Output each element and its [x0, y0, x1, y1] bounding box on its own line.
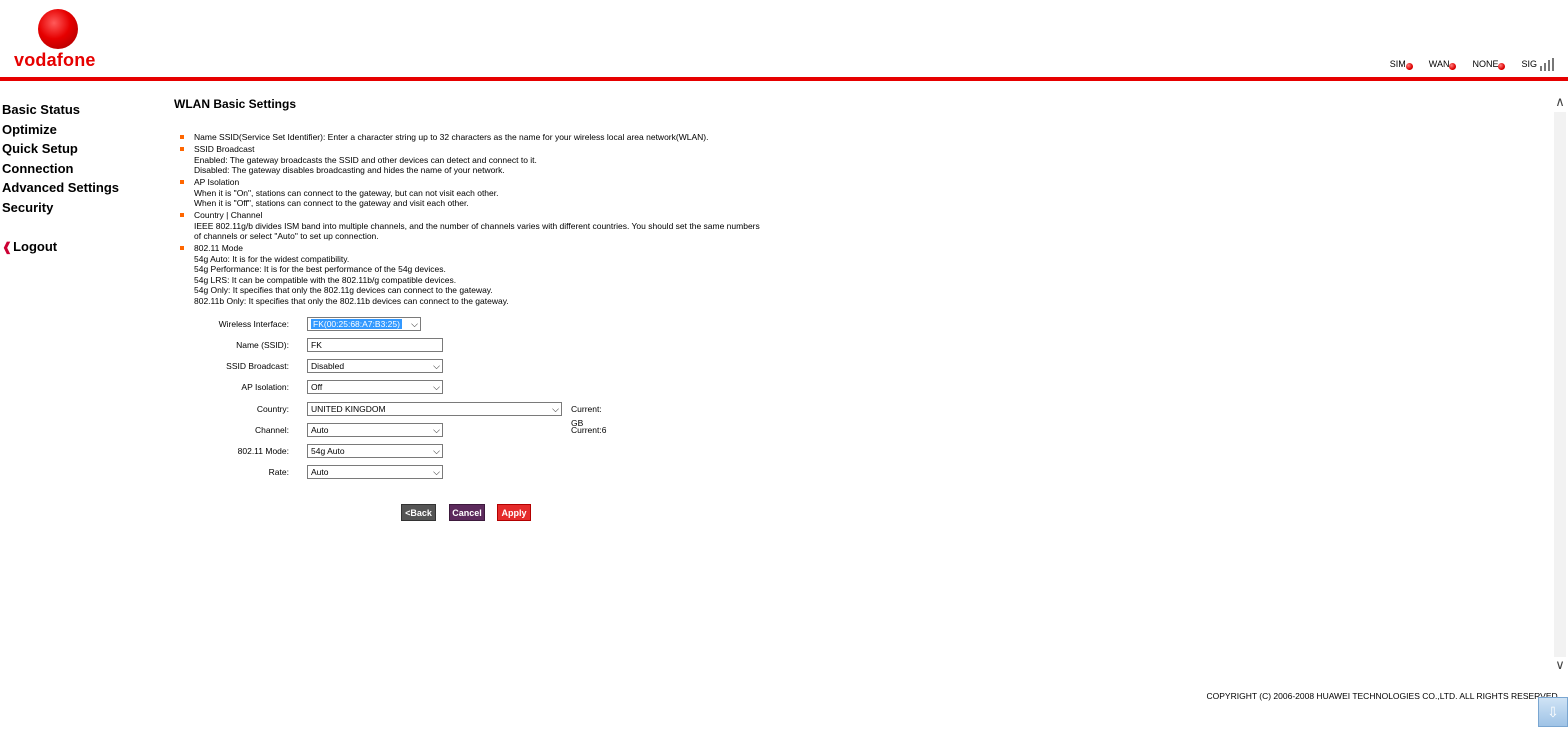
help-item: Country | Channel IEEE 802.11g/b divides … [180, 210, 760, 242]
mode-label: 802.11 Mode: [237, 446, 289, 456]
help-line: IEEE 802.11g/b divides ISM band into mul… [194, 220, 760, 242]
mode-value: 54g Auto [311, 446, 345, 456]
help-item: SSID Broadcast Enabled: The gateway broad… [180, 144, 760, 176]
ap-isolation-value: Off [311, 382, 323, 392]
bullet-icon [180, 135, 184, 139]
help-item: Name SSID(Service Set Identifier): Enter… [180, 132, 760, 143]
help-item: 802.11 Mode 54g Auto: It is for the wides… [180, 243, 760, 306]
sim-label: SIM [1389, 59, 1406, 69]
help-line: Name SSID(Service Set Identifier): Enter… [194, 132, 709, 142]
sidebar-item-security[interactable]: Security [2, 198, 152, 218]
channel-value: Auto [311, 425, 329, 435]
cancel-button[interactable]: Cancel [449, 504, 485, 521]
chevron-down-icon: ⌵ [433, 361, 440, 371]
bullet-icon [180, 180, 184, 184]
vertical-scrollbar[interactable]: ∧ ∨ [1552, 94, 1568, 676]
rate-value: Auto [311, 467, 329, 477]
help-line: Enabled: The gateway broadcasts the SSID… [194, 154, 537, 165]
network-status-dot-icon [1498, 62, 1506, 70]
help-line: 802.11b Only: It specifies that only the… [194, 295, 509, 306]
current-channel: Current:6 [571, 425, 607, 435]
network-indicator: NONE [1472, 59, 1506, 70]
bullet-icon [180, 147, 184, 151]
header: vodafone SIM WAN NONE SIG [0, 0, 1568, 82]
help-list: Name SSID(Service Set Identifier): Enter… [180, 132, 760, 308]
sidebar-item-optimize[interactable]: Optimize [2, 120, 152, 140]
chevron-down-icon: ⌵ [411, 319, 418, 329]
ssid-value: FK [311, 340, 322, 350]
ssid-label: Name (SSID): [236, 340, 289, 350]
sim-status-dot-icon [1405, 62, 1413, 70]
help-line: 54g Performance: It is for the best perf… [194, 264, 446, 274]
wan-indicator: WAN [1429, 59, 1457, 70]
ap-isolation-label: AP Isolation: [241, 382, 289, 392]
help-line: Country | Channel [194, 210, 263, 220]
sim-indicator: SIM [1390, 59, 1413, 70]
chevron-down-icon: ⌵ [433, 382, 440, 392]
help-line: When it is "On", stations can connect to… [194, 187, 499, 198]
help-line: 802.11 Mode [194, 243, 243, 253]
logout-arrow-icon: ❰ [2, 239, 13, 254]
rate-label: Rate: [268, 467, 289, 477]
logout-link[interactable]: ❰ Logout [2, 239, 57, 254]
status-bar: SIM WAN NONE SIG [1374, 56, 1554, 72]
wan-status-dot-icon [1449, 62, 1457, 70]
bullet-icon [180, 213, 184, 217]
wireless-interface-label: Wireless Interface: [218, 319, 289, 329]
ssid-broadcast-value: Disabled [311, 361, 345, 371]
network-label: NONE [1472, 59, 1499, 69]
scroll-down-icon[interactable]: ∨ [1552, 657, 1568, 673]
ssid-broadcast-label: SSID Broadcast: [226, 361, 289, 371]
wan-label: WAN [1428, 59, 1450, 69]
signal-label: SIG [1521, 59, 1537, 69]
ssid-broadcast-select[interactable]: Disabled ⌵ [307, 359, 443, 373]
signal-indicator: SIG [1521, 57, 1554, 71]
wireless-interface-value: FK(00:25:68:A7:B3:25) [311, 319, 402, 329]
bullet-icon [180, 246, 184, 250]
chevron-down-icon: ⌵ [552, 404, 559, 414]
logout-label: Logout [13, 239, 58, 254]
ap-isolation-select[interactable]: Off ⌵ [307, 380, 443, 394]
help-line: 54g Auto: It is for the widest compatibi… [194, 253, 350, 264]
back-button[interactable]: <Back [401, 504, 436, 521]
channel-select[interactable]: Auto ⌵ [307, 423, 443, 437]
scroll-up-icon[interactable]: ∧ [1552, 94, 1568, 110]
help-line: Disabled: The gateway disables broadcast… [194, 165, 505, 175]
help-line: 54g Only: It specifies that only the 802… [194, 285, 493, 295]
sidebar-item-advanced-settings[interactable]: Advanced Settings [2, 178, 152, 198]
vodafone-logo-icon [38, 9, 106, 49]
wireless-interface-select[interactable]: FK(00:25:68:A7:B3:25) ⌵ [307, 317, 421, 331]
signal-bars-icon [1538, 57, 1554, 71]
help-line: SSID Broadcast [194, 144, 255, 154]
header-divider [0, 77, 1568, 81]
country-label: Country: [256, 404, 289, 414]
scroll-track[interactable] [1554, 112, 1566, 657]
help-line: AP Isolation [194, 177, 240, 187]
chevron-down-icon: ⌵ [433, 425, 440, 435]
channel-label: Channel: [254, 425, 289, 435]
country-value: UNITED KINGDOM [311, 404, 386, 414]
chevron-down-icon: ⌵ [433, 467, 440, 477]
copyright-text: COPYRIGHT (C) 2006-2008 HUAWEI TECHNOLOG… [1206, 691, 1560, 701]
page-title: WLAN Basic Settings [174, 97, 297, 111]
country-select[interactable]: UNITED KINGDOM ⌵ [307, 402, 562, 416]
download-arrow-icon[interactable]: ⇩ [1538, 697, 1568, 727]
sidebar-item-quick-setup[interactable]: Quick Setup [2, 139, 152, 159]
sidebar-item-connection[interactable]: Connection [2, 159, 152, 179]
mode-select[interactable]: 54g Auto ⌵ [307, 444, 443, 458]
help-item: AP Isolation When it is "On", stations ca… [180, 177, 760, 209]
ssid-input[interactable]: FK [307, 338, 443, 352]
apply-button[interactable]: Apply [497, 504, 531, 521]
help-line: When it is "Off", stations can connect t… [194, 198, 469, 208]
chevron-down-icon: ⌵ [433, 446, 440, 456]
help-line: 54g LRS: It can be compatible with the 8… [194, 274, 457, 285]
sidebar-item-basic-status[interactable]: Basic Status [2, 100, 152, 120]
rate-select[interactable]: Auto ⌵ [307, 465, 443, 479]
brand-name: vodafone [14, 50, 96, 70]
sidebar: Basic Status Optimize Quick Setup Connec… [2, 100, 152, 218]
